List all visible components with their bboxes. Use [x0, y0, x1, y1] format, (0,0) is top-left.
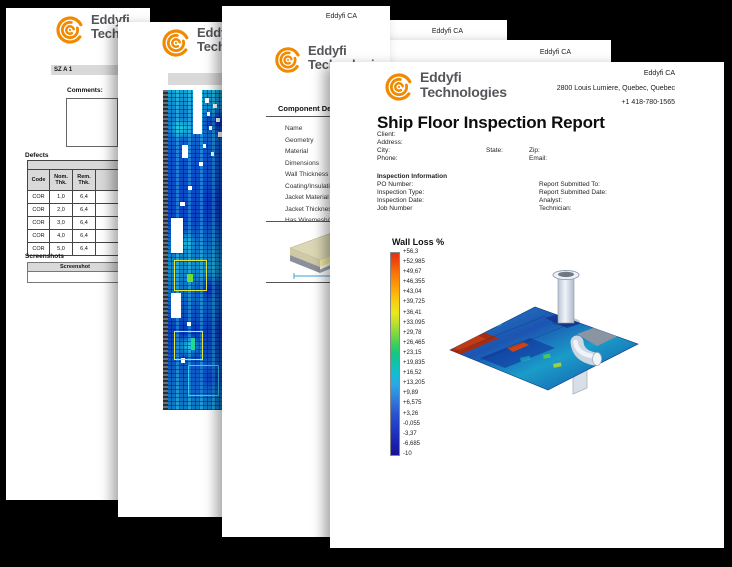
logo-line2: Technologies: [420, 85, 507, 100]
col-header-code: Code: [28, 170, 50, 191]
table-cell: 6,4: [73, 217, 96, 230]
legend-tick-label: +49,67: [403, 269, 425, 275]
eddyfi-spiral-icon: [160, 26, 192, 60]
legend-tick-label: +13,205: [403, 380, 425, 386]
comments-label: Comments:: [67, 87, 103, 94]
legend-tick-label: -10: [403, 451, 425, 457]
eddyfi-spiral-icon: [383, 70, 415, 104]
legend-tick-label: +6,575: [403, 400, 425, 406]
legend-tick-label: +43,04: [403, 289, 425, 295]
eddyfi-spiral-icon: [54, 13, 86, 47]
inspection-field-label: Inspection Date:: [377, 197, 424, 205]
table-top-strip: [28, 161, 124, 170]
company-header: Eddyfi CA: [326, 13, 357, 20]
selection-box: [188, 365, 219, 396]
eddyfi-logo-text: Eddyfi Technologies: [420, 70, 507, 100]
legend-tick-label: +16,52: [403, 370, 425, 376]
inspection-field-label: Inspection Type:: [377, 189, 424, 197]
table-cell: 6,4: [73, 243, 96, 256]
table-cell: 6,4: [73, 204, 96, 217]
inspection-field-label: Report Submitted To:: [539, 181, 607, 189]
table-row: COR4,06,4: [28, 230, 124, 243]
inspection-field-label: Analyst:: [539, 197, 607, 205]
company-contact-block: Eddyfi CA 2800 Louis Lumiere, Quebec, Qu…: [557, 67, 675, 111]
address-label: Address:: [377, 139, 403, 146]
eddyfi-logo: Eddyfi Technologies: [383, 70, 507, 104]
city-label: City:: [377, 147, 390, 154]
report-page-front: Eddyfi Technologies Eddyfi CA 2800 Louis…: [330, 62, 724, 548]
email-label: Email:: [529, 155, 547, 162]
inspection-field-label: Technician:: [539, 205, 607, 213]
inspection-field-label: Job Number: [377, 205, 424, 213]
table-cell: COR: [28, 204, 50, 217]
ship-floor-3d-render: [425, 260, 665, 405]
client-label: Client:: [377, 131, 395, 138]
col-header-nom-thk: Nom. Thk.: [50, 170, 73, 191]
defects-label: Defects: [25, 152, 48, 159]
defect-marker-box: [174, 331, 203, 360]
wall-loss-color-scale: [390, 252, 400, 456]
report-title: Ship Floor Inspection Report: [377, 113, 605, 133]
company-header: Eddyfi CA: [540, 49, 571, 56]
company-address: 2800 Louis Lumiere, Quebec, Quebec: [557, 82, 675, 97]
company-header: Eddyfi CA: [432, 28, 463, 35]
company-name: Eddyfi CA: [557, 67, 675, 82]
legend-tick-label: +29,78: [403, 330, 425, 336]
state-label: State:: [486, 147, 503, 154]
table-cell: 3,0: [50, 217, 73, 230]
inspection-left-column: PO Number:Inspection Type:Inspection Dat…: [377, 181, 424, 213]
legend-labels: +56,3 +52,985 +49,67 +46,355 +43,04 +39,725 +3…: [403, 249, 425, 457]
table-row: COR3,06,4: [28, 217, 124, 230]
table-cell: 6,4: [73, 230, 96, 243]
legend-tick-label: -3,37: [403, 431, 425, 437]
screenshots-label: Screenshots: [25, 253, 64, 260]
eddyfi-spiral-icon: [273, 44, 303, 76]
inspection-field-label: Report Submitted Date:: [539, 189, 607, 197]
legend-tick-label: +39,725: [403, 299, 425, 305]
table-row: COR2,06,4: [28, 204, 124, 217]
table-header-row: Code Nom. Thk. Rem. Thk.: [28, 170, 124, 191]
table-cell: 6,4: [73, 191, 96, 204]
legend-tick-label: +46,355: [403, 279, 425, 285]
table-cell: COR: [28, 230, 50, 243]
defects-table: Code Nom. Thk. Rem. Thk. COR1,06,4COR2,0…: [27, 160, 124, 256]
table-cell: 2,0: [50, 204, 73, 217]
inspection-field-label: PO Number:: [377, 181, 424, 189]
table-cell: 1,0: [50, 191, 73, 204]
legend-tick-label: -6,685: [403, 441, 425, 447]
legend-tick-label: +33,095: [403, 320, 425, 326]
zip-label: Zip:: [529, 147, 540, 154]
legend-tick-label: +19,835: [403, 360, 425, 366]
legend-tick-label: +36,41: [403, 310, 425, 316]
defects-table-body: Code Nom. Thk. Rem. Thk. COR1,06,4COR2,0…: [28, 161, 124, 256]
logo-line1: Eddyfi: [420, 70, 507, 85]
legend-tick-label: +52,985: [403, 259, 425, 265]
legend-tick-label: +23,15: [403, 350, 425, 356]
legend-tick-label: +3,26: [403, 411, 425, 417]
legend-tick-label: +26,465: [403, 340, 425, 346]
wall-loss-legend-title: Wall Loss %: [392, 237, 444, 247]
report-pages-stack: Eddyfi Technologies SZ A 1 Comments: Def…: [0, 0, 732, 567]
logo-line1: Eddyfi: [308, 44, 388, 58]
scan-edge-column: [163, 90, 168, 410]
table-row: COR1,06,4: [28, 191, 124, 204]
table-cell: COR: [28, 217, 50, 230]
company-phone: +1 418-780-1565: [557, 96, 675, 111]
inspection-right-column: Report Submitted To:Report Submitted Dat…: [539, 181, 607, 213]
table-cell: 4,0: [50, 230, 73, 243]
comments-box: [66, 98, 118, 147]
inspection-info-heading: Inspection Information: [377, 173, 447, 180]
legend-tick-label: +9,89: [403, 390, 425, 396]
screenshot-column-header: Screenshot: [27, 262, 123, 272]
legend-tick-label: -0,055: [403, 421, 425, 427]
legend-tick-label: +56,3: [403, 249, 425, 255]
table-cell: COR: [28, 191, 50, 204]
screenshot-empty-row: [27, 272, 123, 283]
phone-label: Phone:: [377, 155, 398, 162]
col-header-rem-thk: Rem. Thk.: [73, 170, 96, 191]
